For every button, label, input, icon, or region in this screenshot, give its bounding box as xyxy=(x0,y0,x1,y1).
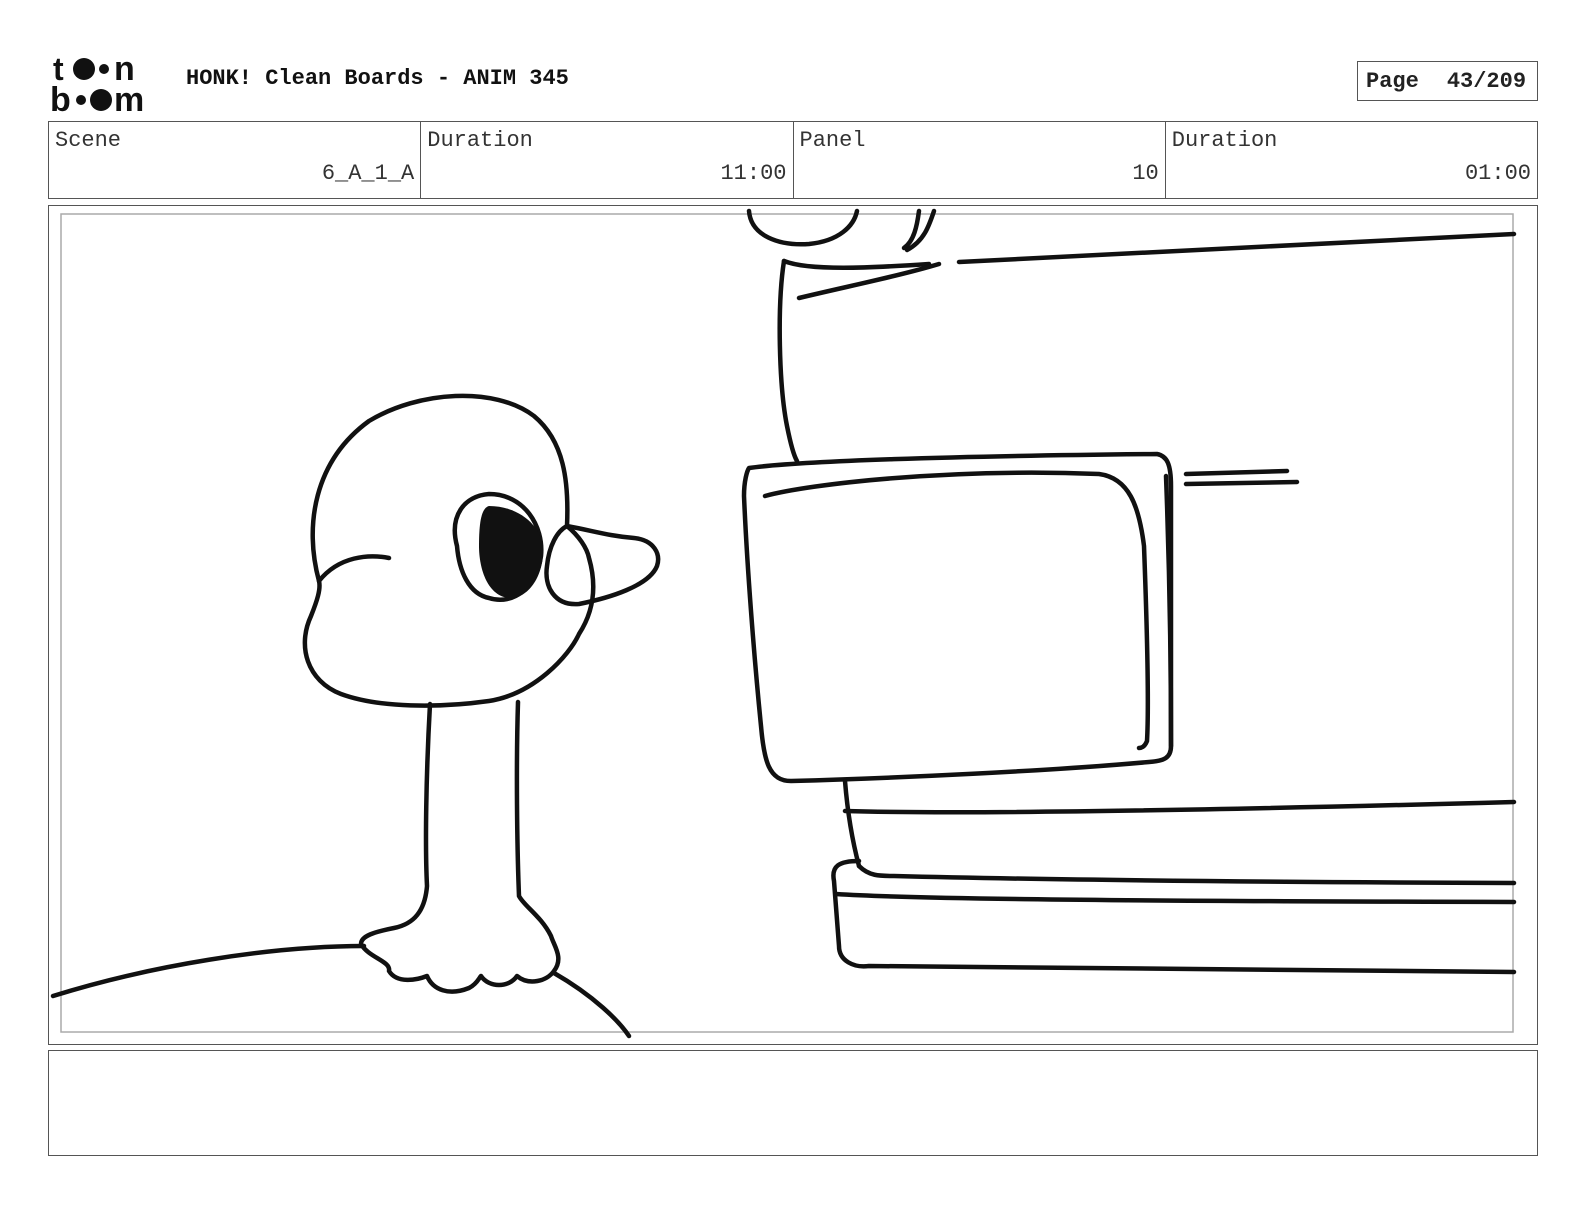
scene-label: Scene xyxy=(55,128,122,153)
page-number: 43/209 xyxy=(1446,68,1527,94)
machine-top xyxy=(746,208,860,247)
scene-duration-label: Duration xyxy=(427,128,533,153)
page-indicator: Page 43/209 xyxy=(1357,61,1538,101)
panel-duration-label: Duration xyxy=(1171,128,1278,153)
page-label: Page xyxy=(1366,68,1419,94)
svg-text:b: b xyxy=(50,81,71,114)
document-title: HONK! Clean Boards - ANIM 345 xyxy=(186,66,569,91)
toon-boom-logo: t n b m xyxy=(50,50,144,114)
panel-duration-value: 01:00 xyxy=(1464,161,1531,186)
svg-text:m: m xyxy=(114,81,144,114)
goose-beak xyxy=(544,523,661,607)
scene-duration-value: 11:00 xyxy=(720,161,787,186)
action-notes-box xyxy=(48,1050,1538,1156)
goose-neck xyxy=(358,699,561,994)
safe-frame xyxy=(60,213,1514,1033)
panel-value: 10 xyxy=(1132,161,1159,186)
scene-value: 6_A_1_A xyxy=(321,161,415,186)
panel-label: Panel xyxy=(799,128,866,153)
goose-body xyxy=(50,943,632,1039)
panel-cell: Panel 10 xyxy=(794,122,1166,198)
panel-duration-cell: Duration 01:00 xyxy=(1166,122,1537,198)
machine-window xyxy=(741,451,1174,784)
panel-drawing xyxy=(50,208,1517,1039)
scene-info-row: Scene 6_A_1_A Duration 11:00 Panel 10 Du… xyxy=(48,121,1538,199)
storyboard-panel xyxy=(48,205,1538,1045)
scene-cell: Scene 6_A_1_A xyxy=(49,122,422,198)
scene-duration-cell: Duration 11:00 xyxy=(421,122,794,198)
